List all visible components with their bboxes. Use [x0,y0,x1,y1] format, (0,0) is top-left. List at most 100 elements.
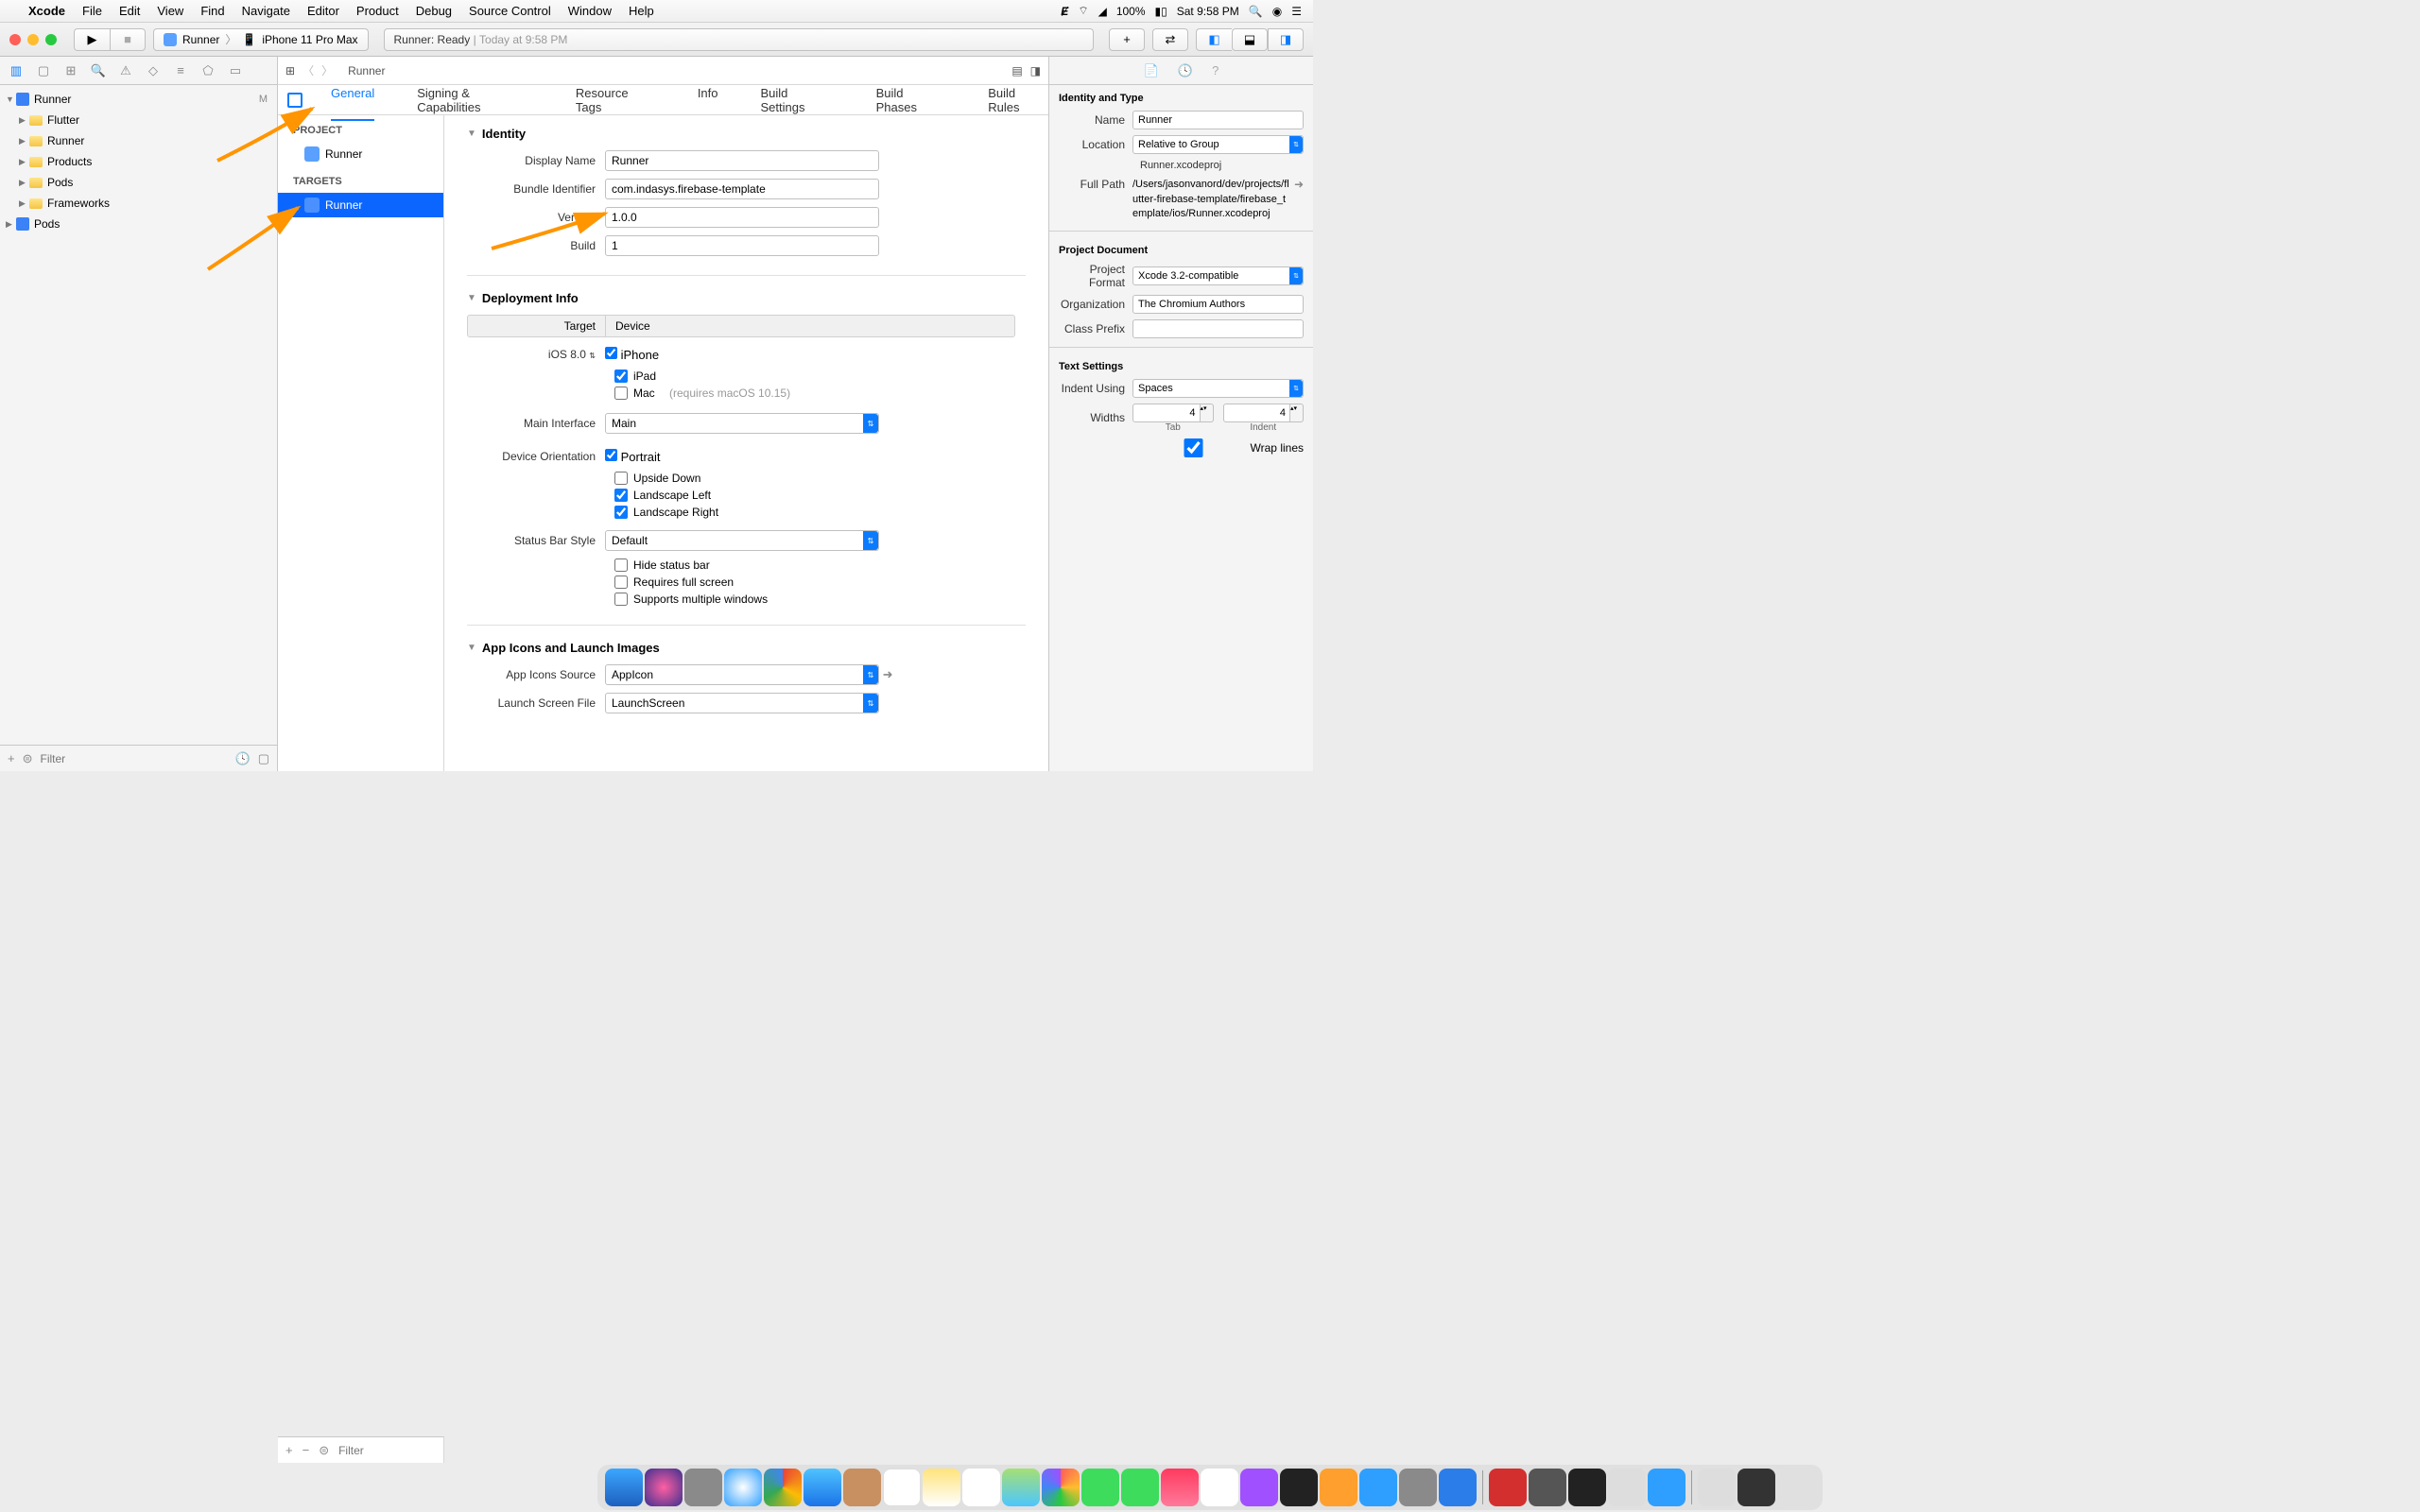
history-inspector-tab[interactable]: 🕓 [1178,63,1193,78]
upside-down-checkbox[interactable] [614,472,628,485]
status-bar-style-select[interactable]: Default⇅ [605,530,879,551]
iphone-checkbox[interactable] [605,347,617,359]
display-icon[interactable] [1737,1469,1775,1506]
vpn-icon[interactable]: Ɇ [1061,5,1068,18]
targets-filter-input[interactable] [338,1444,485,1457]
build-input[interactable] [605,235,879,256]
books-icon[interactable] [1320,1469,1357,1506]
symbol-navigator-tab[interactable]: ⊞ [60,60,81,81]
siri-icon[interactable]: ◉ [1272,5,1282,18]
jump-bar-path[interactable]: Runner [348,64,385,77]
downloads-icon[interactable] [1698,1469,1736,1506]
clock[interactable]: Sat 9:58 PM [1177,5,1239,18]
ipad-checkbox[interactable] [614,369,628,383]
remove-target-button[interactable]: − [302,1443,310,1457]
bundle-identifier-input[interactable] [605,179,879,199]
standard-editor-icon[interactable] [287,93,302,108]
forward-button[interactable]: 〉 [321,62,333,78]
tab-signing[interactable]: Signing & Capabilities [417,79,533,121]
tab-width-input[interactable] [1132,404,1201,422]
tree-folder-flutter[interactable]: ▶Flutter [0,110,277,130]
news-icon[interactable] [1161,1469,1199,1506]
facetime-icon[interactable] [1121,1469,1159,1506]
tab-build-rules[interactable]: Build Rules [988,79,1048,121]
close-window-button[interactable] [9,34,21,45]
minimize-window-button[interactable] [27,34,39,45]
recent-filter-icon[interactable]: 🕓 [235,751,251,766]
debug-navigator-tab[interactable]: ≡ [170,60,191,81]
file-inspector-tab[interactable]: 📄 [1144,63,1159,78]
reveal-in-finder-icon[interactable]: ➜ [1294,178,1304,191]
landscape-right-checkbox[interactable] [614,506,628,519]
launchpad-icon[interactable] [684,1469,722,1506]
maps-icon[interactable] [1002,1469,1040,1506]
reminders-icon[interactable] [962,1469,1000,1506]
scm-filter-icon[interactable]: ▢ [258,751,269,766]
maximize-window-button[interactable] [45,34,57,45]
menu-source-control[interactable]: Source Control [469,4,551,18]
add-button[interactable]: + [8,751,15,765]
chrome-icon[interactable] [764,1469,802,1506]
mac-checkbox[interactable] [614,387,628,400]
battery-icon[interactable]: ▮▯ [1155,5,1167,18]
tree-folder-frameworks[interactable]: ▶Frameworks [0,193,277,214]
project-navigator-tab[interactable]: ▥ [6,60,26,81]
tab-build-settings[interactable]: Build Settings [761,79,834,121]
toggle-inspector-button[interactable]: ◨ [1268,28,1304,51]
display-name-input[interactable] [605,150,879,171]
tab-general[interactable]: General [331,79,374,121]
expressvpn-dock-icon[interactable] [1489,1469,1527,1506]
class-prefix-input[interactable] [1132,319,1304,338]
tree-folder-pods[interactable]: ▶Pods [0,172,277,193]
identity-header[interactable]: Identity [482,127,526,141]
hide-status-bar-checkbox[interactable] [614,558,628,572]
landscape-left-checkbox[interactable] [614,489,628,502]
xcode-icon[interactable] [1648,1469,1685,1506]
requires-full-screen-checkbox[interactable] [614,576,628,589]
organization-input[interactable] [1132,295,1304,314]
wifi-icon[interactable]: ◢ [1098,5,1107,18]
podcasts-icon[interactable] [1240,1469,1278,1506]
target-runner[interactable]: Runner [278,193,443,217]
menu-find[interactable]: Find [200,4,224,18]
tab-info[interactable]: Info [698,79,718,121]
mail-icon[interactable] [804,1469,841,1506]
notifications-icon[interactable]: ☰ [1291,5,1302,18]
find-navigator-tab[interactable]: 🔍 [88,60,109,81]
menu-help[interactable]: Help [629,4,654,18]
menu-navigate[interactable]: Navigate [242,4,290,18]
music-icon[interactable] [1201,1469,1238,1506]
project-format-select[interactable]: Xcode 3.2-compatible⇅ [1132,266,1304,285]
navigator-filter-input[interactable] [41,752,228,765]
tab-build-phases[interactable]: Build Phases [876,79,946,121]
tree-folder-runner[interactable]: ▶Runner [0,130,277,151]
adjust-editor-icon[interactable]: ◨ [1030,64,1041,77]
project-item[interactable]: Runner [278,142,443,166]
app-icons-source-select[interactable]: AppIcon⇅ [605,664,879,685]
menu-edit[interactable]: Edit [119,4,140,18]
add-target-button[interactable]: + [285,1443,293,1457]
breakpoint-navigator-tab[interactable]: ⬠ [198,60,218,81]
app-menu[interactable]: Xcode [28,4,65,18]
location-select[interactable]: Relative to Group⇅ [1132,135,1304,154]
test-navigator-tab[interactable]: ◇ [143,60,164,81]
toggle-navigator-button[interactable]: ◧ [1196,28,1232,51]
preferences-icon[interactable] [1399,1469,1437,1506]
simulator-icon[interactable] [1608,1469,1646,1506]
menu-editor[interactable]: Editor [307,4,339,18]
portrait-checkbox[interactable] [605,449,617,461]
tab-resource-tags[interactable]: Resource Tags [576,79,655,121]
menu-view[interactable]: View [157,4,183,18]
vscode-icon[interactable] [1439,1469,1477,1506]
trash-icon[interactable] [1777,1469,1815,1506]
misc-dock-icon[interactable] [1529,1469,1566,1506]
run-button[interactable]: ▶ [74,28,110,51]
indent-using-select[interactable]: Spaces⇅ [1132,379,1304,398]
siri-dock-icon[interactable] [645,1469,683,1506]
library-button[interactable]: + [1109,28,1145,51]
source-control-navigator-tab[interactable]: ▢ [33,60,54,81]
wrap-lines-checkbox[interactable] [1140,438,1247,457]
menu-debug[interactable]: Debug [416,4,452,18]
inspector-name-input[interactable] [1132,111,1304,129]
safari-icon[interactable] [724,1469,762,1506]
